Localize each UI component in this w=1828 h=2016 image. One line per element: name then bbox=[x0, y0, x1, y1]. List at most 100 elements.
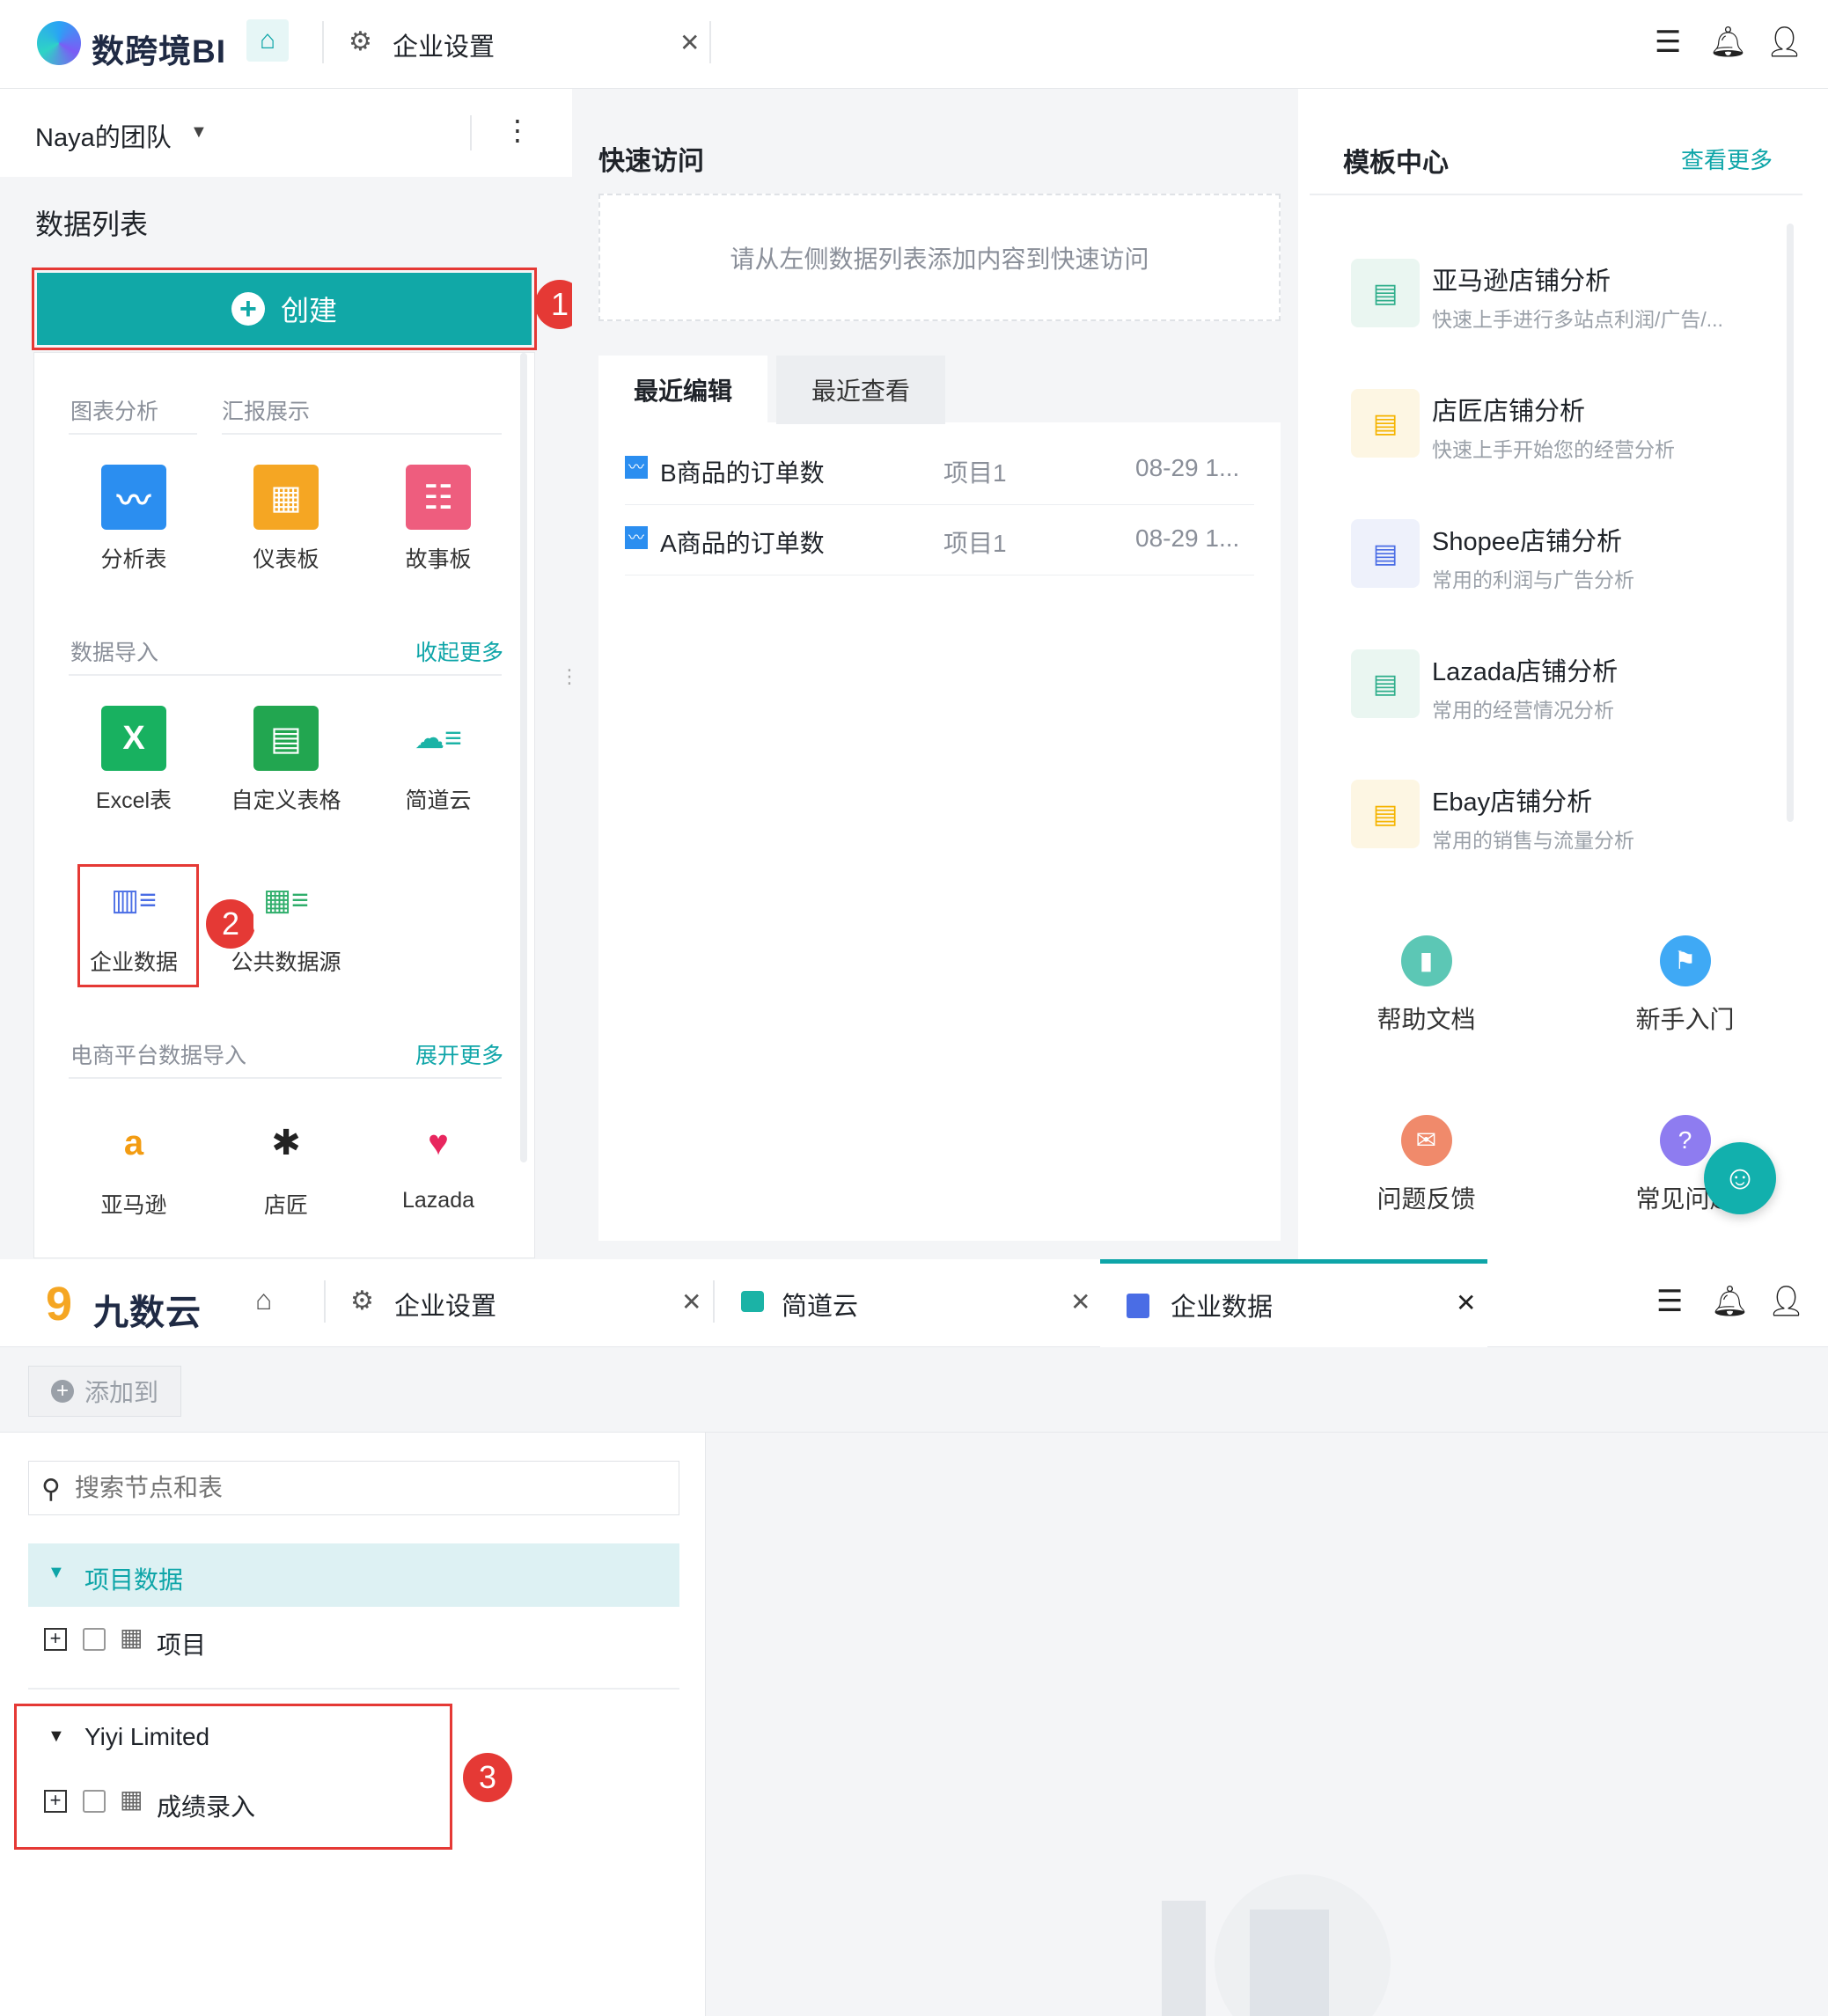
template-name: Lazada店铺分析 bbox=[1432, 658, 1619, 686]
row-project: 项目1 bbox=[943, 530, 1007, 557]
team-selector[interactable]: Naya的团队 ▼ ⋮ bbox=[0, 89, 572, 177]
ecom-import-title: 电商平台数据导入 bbox=[70, 1044, 247, 1068]
doc-icon: ▤ bbox=[1351, 519, 1420, 588]
toolbar bbox=[0, 1348, 1828, 1433]
group-label: 项目数据 bbox=[84, 1566, 184, 1594]
analysis-table-item[interactable]: 〰 分析表 bbox=[72, 465, 195, 574]
template-item[interactable]: ▤ Lazada店铺分析常用的经营情况分析 bbox=[1351, 646, 1765, 725]
book-icon: ▮ bbox=[1400, 935, 1452, 986]
tab-enterprise-settings[interactable]: 企业设置 bbox=[393, 26, 495, 63]
tab-label: 企业数据 bbox=[1171, 1294, 1274, 1322]
table-icon: ▦ bbox=[120, 1624, 143, 1651]
tab-enterprise-settings[interactable]: 企业设置 bbox=[394, 1286, 496, 1323]
create-highlight: + 创建 bbox=[32, 268, 537, 350]
row-time: 08-29 1... bbox=[1135, 454, 1240, 481]
template-desc: 常用的销售与流量分析 bbox=[1432, 829, 1634, 852]
close-icon[interactable]: ✕ bbox=[681, 1287, 701, 1316]
tree-node-project[interactable]: + ▦ 项目 bbox=[28, 1617, 679, 1670]
list-icon[interactable]: ☰ bbox=[1655, 25, 1681, 60]
jiandaoyun-item[interactable]: ☁≡ 简道云 bbox=[377, 706, 500, 815]
help-docs-tile[interactable]: ▮ 帮助文档 bbox=[1310, 908, 1543, 1062]
search-box[interactable]: ⚲ bbox=[28, 1461, 679, 1515]
custom-table-icon: ▤ bbox=[253, 706, 319, 771]
tab-report-display[interactable]: 汇报展示 bbox=[222, 394, 310, 426]
user-icon[interactable]: 👤︎ bbox=[1767, 1284, 1805, 1319]
item-label: Lazada bbox=[401, 1188, 475, 1213]
home-icon[interactable]: ⌂ bbox=[255, 1284, 272, 1316]
storyboard-item[interactable]: ☷ 故事板 bbox=[377, 465, 500, 574]
quick-access-title: 快速访问 bbox=[598, 147, 704, 176]
row-name: A商品的订单数 bbox=[660, 530, 825, 557]
collapse-more-link[interactable]: 收起更多 bbox=[415, 635, 503, 667]
item-label: 店匠 bbox=[263, 1193, 308, 1218]
create-button[interactable]: + 创建 bbox=[37, 273, 532, 345]
tab-recent-edit[interactable]: 最近编辑 bbox=[598, 356, 767, 424]
add-to-button[interactable]: + 添加到 bbox=[28, 1366, 181, 1417]
app-name: 九数云 bbox=[93, 1294, 202, 1332]
view-more-link[interactable]: 查看更多 bbox=[1681, 143, 1773, 175]
item-label: 公共数据源 bbox=[231, 950, 341, 975]
create-label: 创建 bbox=[280, 295, 337, 326]
checkbox[interactable] bbox=[83, 1790, 106, 1813]
shoplazza-item[interactable]: ✱ 店匠 bbox=[224, 1111, 348, 1220]
expand-more-link[interactable]: 展开更多 bbox=[415, 1038, 503, 1070]
user-icon[interactable]: 👤︎ bbox=[1766, 25, 1803, 60]
template-item[interactable]: ▤ 亚马逊店铺分析 快速上手进行多站点利润/广告/... bbox=[1351, 255, 1765, 334]
amazon-item[interactable]: a 亚马逊 bbox=[72, 1111, 195, 1220]
tab-jiandaoyun[interactable]: 简道云 bbox=[782, 1286, 858, 1323]
tree-group-yiyi[interactable]: ▼ Yiyi Limited bbox=[28, 1711, 433, 1765]
template-center bbox=[1310, 118, 1802, 882]
list-icon[interactable]: ☰ bbox=[1656, 1284, 1683, 1319]
row-project: 项目1 bbox=[943, 459, 1007, 487]
tab-enterprise-data[interactable]: 企业数据 ✕ bbox=[1100, 1259, 1487, 1347]
item-label: 故事板 bbox=[405, 547, 472, 572]
close-icon[interactable]: ✕ bbox=[1456, 1288, 1476, 1317]
tile-label: 问题反馈 bbox=[1377, 1184, 1476, 1213]
bell-icon[interactable]: 🔔︎ bbox=[1711, 1284, 1749, 1319]
home-tab[interactable]: ⌂ bbox=[246, 19, 289, 62]
template-desc: 常用的经营情况分析 bbox=[1432, 699, 1614, 722]
building-icon bbox=[1127, 1294, 1149, 1318]
node-label: 成绩录入 bbox=[157, 1793, 256, 1821]
custom-table-item[interactable]: ▤ 自定义表格 bbox=[224, 706, 348, 815]
search-icon: ⚲ bbox=[41, 1475, 61, 1504]
gear-icon: ⚙ bbox=[350, 1287, 374, 1316]
tree-node-score-entry[interactable]: + ▦ 成绩录入 bbox=[28, 1779, 433, 1832]
data-import-title: 数据导入 bbox=[70, 641, 159, 665]
feedback-tile[interactable]: ✉ 问题反馈 bbox=[1310, 1088, 1543, 1242]
getting-started-tile[interactable]: ⚑ 新手入门 bbox=[1568, 908, 1802, 1062]
close-icon[interactable]: ✕ bbox=[679, 28, 700, 57]
plus-circle-icon: + bbox=[231, 292, 265, 326]
expand-icon[interactable]: + bbox=[44, 1628, 67, 1651]
dashboard-item[interactable]: ▦ 仪表板 bbox=[224, 465, 348, 574]
bell-icon[interactable]: 🔔︎ bbox=[1709, 25, 1747, 60]
tree-group-project-data[interactable]: ▼ 项目数据 bbox=[28, 1543, 679, 1607]
search-input[interactable] bbox=[75, 1470, 656, 1506]
enterprise-building-icon: ▥≡ bbox=[101, 868, 166, 933]
more-icon[interactable]: ⋮ bbox=[503, 114, 532, 147]
table-row[interactable]: 〰 A商品的订单数 项目1 08-29 1... bbox=[625, 507, 1254, 575]
template-item[interactable]: ▤ Shopee店铺分析 常用的利润与广告分析 bbox=[1351, 516, 1765, 595]
template-desc: 常用的利润与广告分析 bbox=[1432, 568, 1634, 591]
expand-icon[interactable]: + bbox=[44, 1790, 67, 1813]
data-list-title: 数据列表 bbox=[35, 209, 149, 240]
plus-circle-icon: + bbox=[50, 1380, 74, 1403]
tab-chart-analysis[interactable]: 图表分析 bbox=[70, 394, 158, 426]
lazada-item[interactable]: ♥ Lazada bbox=[377, 1111, 500, 1213]
step-badge-3: 3 bbox=[463, 1753, 512, 1802]
home-icon: ⌂ bbox=[259, 26, 276, 55]
chat-support-icon[interactable]: ☺ bbox=[1704, 1142, 1776, 1214]
table-row[interactable]: 〰 B商品的订单数 项目1 08-29 1... bbox=[625, 436, 1254, 505]
template-center-title: 模板中心 bbox=[1343, 149, 1449, 178]
public-datasource-item[interactable]: ▦≡ 公共数据源 bbox=[224, 868, 348, 977]
enterprise-data-item[interactable]: ▥≡ 企业数据 bbox=[72, 868, 195, 977]
group-label: Yiyi Limited bbox=[84, 1723, 210, 1750]
checkbox[interactable] bbox=[83, 1628, 106, 1651]
template-item[interactable]: ▤ 店匠店铺分析 快速上手开始您的经营分析 bbox=[1351, 385, 1765, 465]
template-item[interactable]: ▤ Ebay店铺分析 常用的销售与流量分析 bbox=[1351, 776, 1765, 855]
close-icon[interactable]: ✕ bbox=[1070, 1287, 1090, 1316]
doc-icon: ▤ bbox=[1351, 649, 1420, 718]
excel-item[interactable]: X Excel表 bbox=[72, 706, 195, 815]
tab-recent-view[interactable]: 最近查看 bbox=[776, 356, 945, 424]
template-name: 店匠店铺分析 bbox=[1432, 398, 1586, 426]
